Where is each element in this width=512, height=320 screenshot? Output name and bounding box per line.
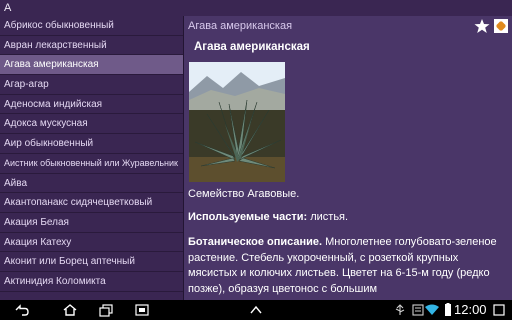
list-item[interactable]: Агар-агар [0, 75, 183, 95]
list-item[interactable]: Айва [0, 174, 183, 194]
article-title: Агава американская [194, 41, 310, 53]
status-clock: 12:00 [454, 302, 487, 317]
botanical-description: Ботаническое описание. Многолетнее голуб… [188, 235, 506, 297]
list-item[interactable]: Адокса мускусная [0, 114, 183, 135]
list-item[interactable]: Актинидия Коломикта [0, 272, 183, 292]
list-item[interactable]: Аденосма индийская [0, 95, 183, 115]
article-header: Агава американская [188, 20, 293, 32]
list-item[interactable]: Аир обыкновенный [0, 134, 183, 154]
app-title-bar: А [0, 0, 512, 16]
plant-list[interactable]: Абрикос обыкновенный Авран лекарственный… [0, 16, 183, 300]
list-item[interactable]: Акация Катеху [0, 233, 183, 253]
description-label: Ботаническое описание. [188, 236, 323, 248]
list-item-selected[interactable]: Агава американская [0, 55, 183, 76]
screenshot-icon[interactable] [134, 303, 150, 317]
list-item[interactable]: Авран лекарственный [0, 36, 183, 56]
used-parts-value: листья. [307, 211, 349, 223]
section-letter: А [4, 2, 12, 14]
agave-photo [189, 62, 285, 182]
used-parts: Используемые части: листья. [188, 210, 506, 226]
article-pane: Агава американская Агава американская Се… [184, 16, 512, 300]
back-icon[interactable] [14, 303, 30, 317]
list-item[interactable]: Акация Белая [0, 213, 183, 233]
home-icon[interactable] [62, 303, 78, 317]
list-item[interactable]: Абрикос обыкновенный [0, 16, 183, 36]
wifi-icon [425, 304, 439, 315]
used-parts-label: Используемые части: [188, 211, 308, 223]
recent-apps-icon[interactable] [98, 303, 114, 317]
star-icon[interactable] [474, 18, 490, 34]
system-navigation-bar: 12:00 [0, 300, 512, 320]
list-item[interactable]: Аконит или Борец аптечный [0, 252, 183, 272]
up-arrow-icon[interactable] [248, 303, 264, 317]
list-item[interactable]: Аистник обыкновенный или Журавельник [0, 154, 183, 174]
tablet-menu-icon[interactable] [492, 303, 506, 317]
family-text: Семейство Агавовые. [188, 188, 300, 200]
fullscreen-icon[interactable] [493, 18, 509, 34]
list-item[interactable]: Акантопанакс сидячецветковый [0, 193, 183, 213]
usb-icon [395, 304, 405, 315]
